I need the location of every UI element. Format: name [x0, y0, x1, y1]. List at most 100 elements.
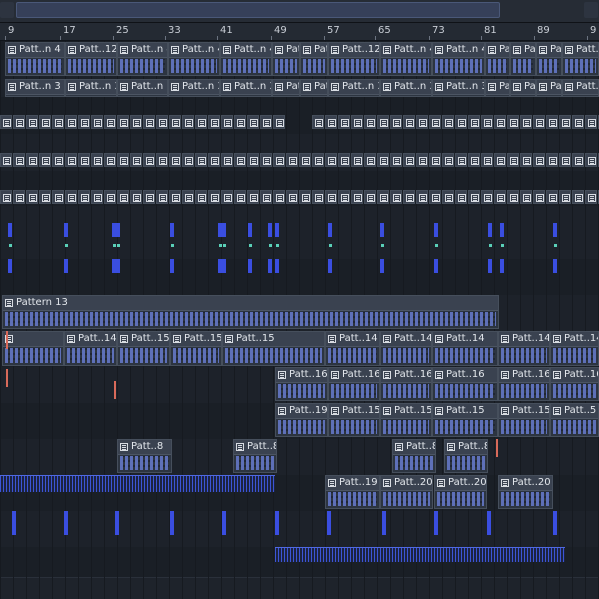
pattern-clip[interactable] — [533, 153, 545, 167]
pattern-clip[interactable] — [0, 190, 12, 204]
clip-header[interactable]: Patt..14 — [65, 332, 116, 347]
pattern-clip[interactable]: Patt..n 4 — [510, 42, 536, 76]
clip-header[interactable]: Patt..19 — [276, 404, 327, 419]
clip-header[interactable] — [183, 154, 193, 166]
pattern-clip[interactable]: Patt..n 4 — [380, 42, 432, 76]
horizontal-scrollbar[interactable] — [0, 0, 599, 23]
pattern-clip[interactable]: Patt..14 — [432, 331, 498, 366]
pattern-clip[interactable] — [468, 115, 480, 129]
pattern-clip[interactable] — [260, 190, 272, 204]
pattern-clip[interactable] — [572, 190, 584, 204]
pattern-clip[interactable] — [429, 115, 441, 129]
pattern-clip[interactable]: Patt..14 — [498, 331, 550, 366]
pattern-clip[interactable]: Patt..19 — [275, 403, 328, 437]
pattern-clip[interactable] — [520, 190, 532, 204]
pattern-clip[interactable] — [26, 115, 38, 129]
clip-header[interactable] — [508, 191, 518, 203]
clip-header[interactable] — [417, 154, 427, 166]
clip-header[interactable] — [196, 154, 206, 166]
pattern-clip[interactable]: Patt..n 3 — [562, 79, 599, 97]
clip-header[interactable] — [170, 154, 180, 166]
pattern-clip[interactable]: Patt..n 3 — [5, 79, 65, 97]
clip-header[interactable] — [79, 191, 89, 203]
clip-header[interactable] — [27, 116, 37, 128]
pattern-clip[interactable] — [559, 153, 571, 167]
pattern-clip[interactable] — [208, 153, 220, 167]
clip-header[interactable] — [391, 154, 401, 166]
drum-hit-marker[interactable] — [553, 259, 557, 273]
pattern-clip[interactable] — [429, 190, 441, 204]
clip-header[interactable] — [66, 154, 76, 166]
clip-header[interactable]: Patt..8 — [234, 440, 276, 455]
pattern-clip[interactable]: Patt..n 4 — [272, 42, 300, 76]
pattern-clip[interactable] — [234, 190, 246, 204]
clip-header[interactable]: Patt..8 — [445, 440, 487, 455]
pattern-clip[interactable] — [156, 115, 168, 129]
clip-header[interactable] — [534, 191, 544, 203]
pattern-clip[interactable] — [533, 190, 545, 204]
clip-header[interactable] — [274, 154, 284, 166]
pattern-clip[interactable] — [390, 115, 402, 129]
pattern-clip[interactable]: Patt..n 4 — [220, 42, 272, 76]
clip-header[interactable] — [131, 154, 141, 166]
clip-header[interactable] — [560, 116, 570, 128]
clip-header[interactable] — [417, 191, 427, 203]
clip-header[interactable] — [209, 191, 219, 203]
drum-hit-marker[interactable] — [500, 259, 504, 273]
clip-header[interactable] — [404, 191, 414, 203]
clip-header[interactable] — [573, 191, 583, 203]
pattern-clip[interactable] — [156, 190, 168, 204]
pattern-clip[interactable] — [585, 190, 597, 204]
pattern-clip[interactable]: Patt..16 — [498, 367, 550, 401]
pattern-clip[interactable] — [442, 153, 454, 167]
clip-header[interactable] — [1, 191, 11, 203]
pattern-clip[interactable] — [143, 153, 155, 167]
pattern-clip[interactable] — [247, 190, 259, 204]
pattern-clip[interactable] — [273, 153, 285, 167]
clip-header[interactable] — [40, 191, 50, 203]
clip-header[interactable] — [482, 116, 492, 128]
clip-header[interactable] — [352, 191, 362, 203]
pattern-clip[interactable]: Patt..15 — [170, 331, 222, 366]
clip-header[interactable]: Patt..20 — [381, 476, 432, 491]
pattern-clip[interactable] — [182, 190, 194, 204]
pattern-clip[interactable]: Patt..n 3 — [510, 79, 536, 97]
clip-header[interactable]: Patt..12 — [329, 43, 379, 58]
clip-header[interactable] — [235, 191, 245, 203]
pattern-clip[interactable] — [65, 115, 77, 129]
pattern-clip[interactable] — [52, 153, 64, 167]
pattern-clip[interactable] — [195, 190, 207, 204]
clip-header[interactable]: Patt..20 — [499, 476, 552, 491]
pattern-clip[interactable] — [247, 153, 259, 167]
pattern-clip[interactable]: Patt..16 — [550, 367, 599, 401]
audio-clip-waveform[interactable] — [0, 475, 275, 492]
drum-hit-marker[interactable] — [488, 223, 492, 237]
clip-header[interactable] — [300, 154, 310, 166]
pattern-clip[interactable]: Patt..8 — [392, 439, 436, 473]
pattern-clip[interactable] — [442, 115, 454, 129]
clip-header[interactable] — [430, 154, 440, 166]
pattern-clip[interactable] — [572, 115, 584, 129]
clip-header[interactable] — [326, 154, 336, 166]
pattern-clip[interactable] — [273, 190, 285, 204]
drum-hit-marker[interactable] — [64, 223, 68, 237]
pattern-clip[interactable]: Patt..n 3 — [65, 79, 117, 97]
clip-header[interactable]: Patt..n 4 — [6, 43, 64, 58]
pattern-clip[interactable] — [416, 190, 428, 204]
clip-header[interactable] — [287, 154, 297, 166]
pattern-clip[interactable] — [351, 115, 363, 129]
pattern-clip[interactable]: Patt..n 4 — [562, 42, 599, 76]
clip-header[interactable] — [339, 116, 349, 128]
clip-header[interactable]: Patt..n 4 — [486, 43, 509, 58]
pattern-clip[interactable] — [52, 115, 64, 129]
clip-header[interactable] — [144, 191, 154, 203]
pattern-clip[interactable] — [117, 190, 129, 204]
clip-header[interactable] — [209, 116, 219, 128]
pattern-clip[interactable]: Patt..15 — [328, 403, 380, 437]
clip-header[interactable]: Patt..n 3 — [329, 80, 379, 95]
pattern-clip[interactable] — [377, 115, 389, 129]
clip-header[interactable] — [547, 116, 557, 128]
clip-header[interactable] — [222, 154, 232, 166]
pattern-clip[interactable] — [143, 115, 155, 129]
pattern-clip[interactable] — [507, 153, 519, 167]
